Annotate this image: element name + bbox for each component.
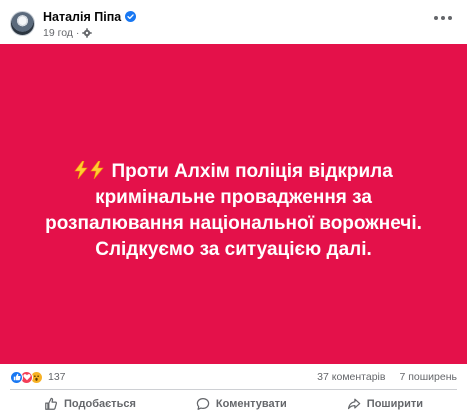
more-options-button[interactable] bbox=[429, 6, 457, 30]
divider bbox=[10, 389, 457, 390]
more-horizontal-icon bbox=[434, 16, 452, 20]
post-line-3: розпалювання національної ворожнечі. bbox=[45, 213, 422, 234]
like-button[interactable]: Подобається bbox=[34, 394, 146, 414]
header-text: Наталія Піпа 19 год · bbox=[43, 8, 137, 40]
post-line-1: Проти Алхім поліція відкрила bbox=[19, 159, 449, 185]
share-icon bbox=[347, 397, 361, 411]
shares-count[interactable]: 7 поширень bbox=[399, 371, 457, 383]
author-name[interactable]: Наталія Піпа bbox=[43, 10, 121, 24]
like-reaction-icon bbox=[10, 370, 23, 384]
reaction-icons[interactable] bbox=[10, 370, 43, 384]
name-row: Наталія Піпа bbox=[43, 8, 137, 25]
stats-right: 37 коментарів 7 поширень bbox=[317, 371, 457, 383]
verified-badge-icon bbox=[125, 11, 137, 22]
post-line-4: Слідкуємо за ситуацією далі. bbox=[95, 239, 372, 260]
comment-label: Коментувати bbox=[215, 397, 287, 410]
post-card: Проти Алхім поліція відкрила кримінальне… bbox=[0, 44, 467, 364]
high-voltage-emoji-icon bbox=[90, 160, 104, 180]
thumbs-up-icon bbox=[44, 397, 58, 411]
comment-icon bbox=[196, 397, 210, 411]
post-line-1-text: Проти Алхім поліція відкрила bbox=[111, 161, 393, 182]
reactions-bar: 137 37 коментарів 7 поширень bbox=[0, 366, 467, 388]
reaction-count[interactable]: 137 bbox=[48, 371, 66, 383]
comments-count[interactable]: 37 коментарів bbox=[317, 371, 385, 383]
gear-icon[interactable] bbox=[82, 28, 92, 38]
post-time[interactable]: 19 год bbox=[43, 27, 73, 39]
share-button[interactable]: Поширити bbox=[337, 394, 433, 414]
meta-separator: · bbox=[75, 27, 80, 39]
like-label: Подобається bbox=[64, 397, 136, 410]
post-header: Наталія Піпа 19 год · bbox=[0, 0, 467, 46]
action-row: Подобається Коментувати Поширити bbox=[0, 391, 467, 416]
comment-button[interactable]: Коментувати bbox=[186, 394, 297, 414]
post-line-2: кримінальне провадження за bbox=[95, 187, 372, 208]
author-avatar[interactable] bbox=[10, 11, 35, 36]
high-voltage-emoji-icon bbox=[74, 160, 88, 180]
share-label: Поширити bbox=[366, 397, 423, 410]
post-text: Проти Алхім поліція відкрила кримінальне… bbox=[19, 159, 449, 263]
meta-row: 19 год · bbox=[43, 26, 136, 40]
